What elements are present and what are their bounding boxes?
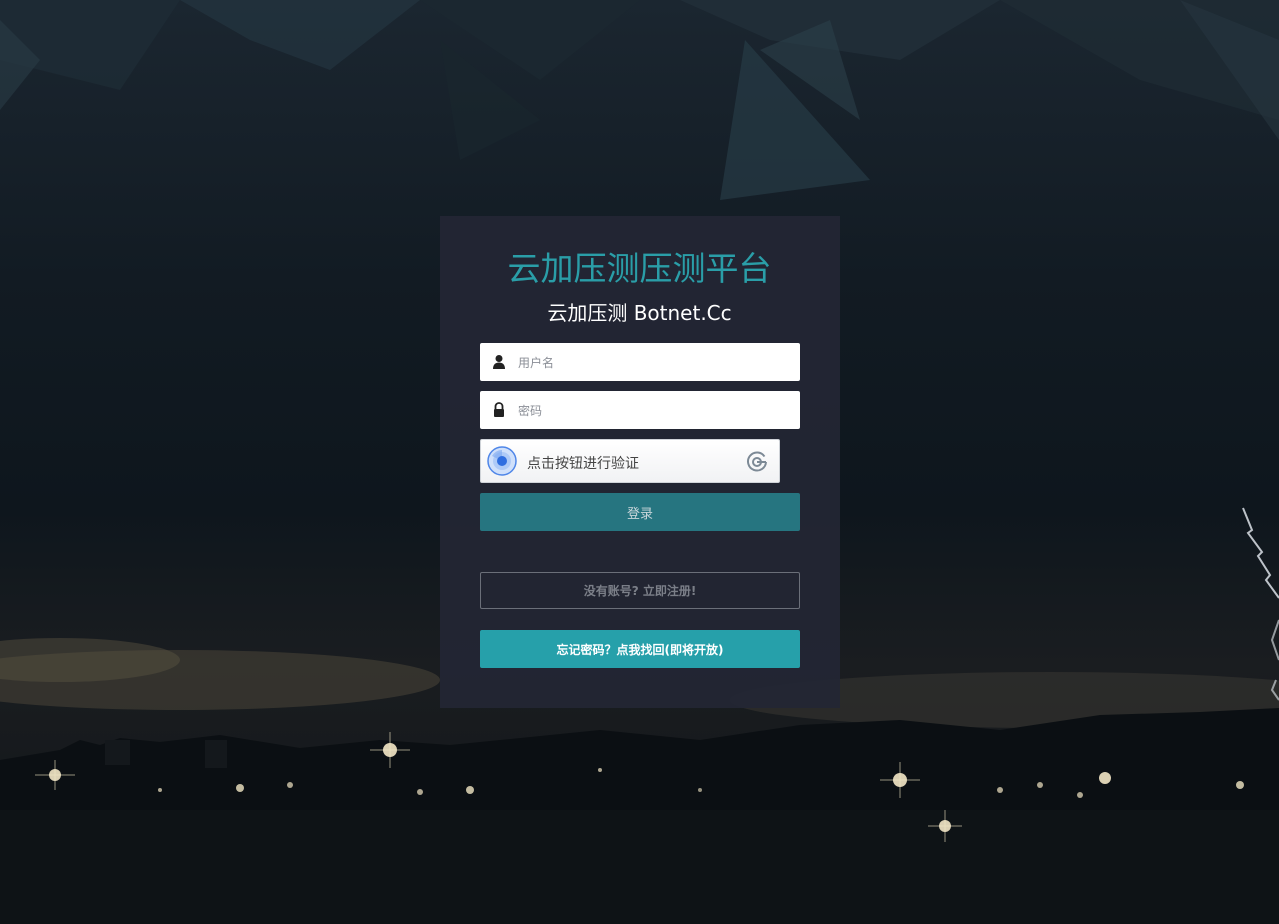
username-input[interactable] bbox=[516, 343, 790, 383]
page-title: 云加压测压测平台 bbox=[507, 249, 772, 288]
forgot-password-button[interactable]: 忘记密码？点我找回(即将开放) bbox=[480, 630, 800, 668]
password-input[interactable] bbox=[516, 391, 790, 431]
captcha-label: 点击按钮进行验证 bbox=[527, 456, 639, 472]
register-button[interactable]: 没有账号? 立即注册! bbox=[480, 572, 800, 609]
page-subtitle: 云加压测 Botnet.Cc bbox=[547, 301, 732, 325]
captcha-logo-icon bbox=[747, 451, 767, 472]
username-field-wrapper bbox=[480, 343, 800, 383]
captcha-verify-button[interactable]: 点击按钮进行验证 bbox=[480, 439, 780, 483]
password-field-wrapper bbox=[480, 391, 800, 431]
captcha-disc-icon bbox=[487, 446, 517, 476]
login-button[interactable]: 登录 bbox=[480, 493, 800, 531]
user-icon bbox=[493, 355, 505, 369]
lock-icon bbox=[494, 402, 504, 417]
